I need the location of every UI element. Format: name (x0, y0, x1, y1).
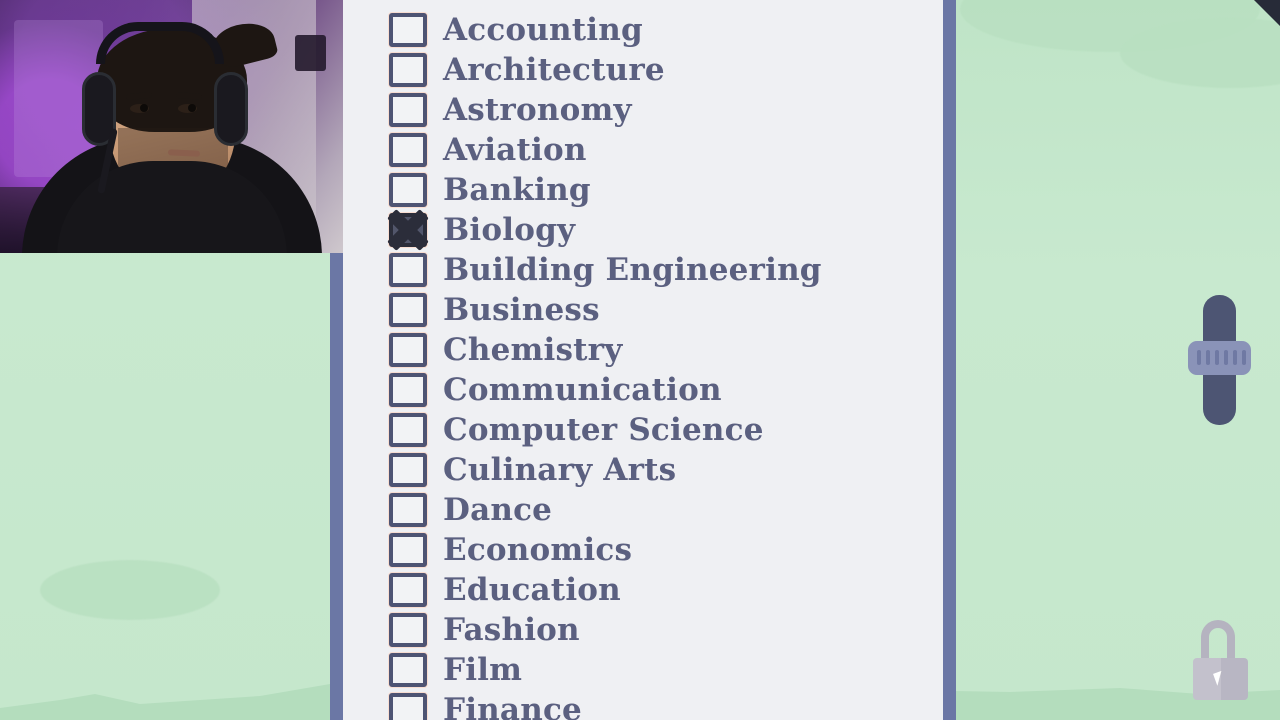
checklist-item-label: Fashion (443, 612, 580, 648)
checkbox-unchecked[interactable] (389, 373, 427, 407)
checkbox-unchecked[interactable] (389, 613, 427, 647)
checkbox-unchecked[interactable] (389, 173, 427, 207)
checklist-list: Accounting Architecture Astronomy Aviation B… (343, 0, 943, 720)
checklist-row[interactable]: Film (389, 650, 943, 690)
slider-handle[interactable] (1188, 341, 1251, 375)
checklist-item-label: Business (443, 292, 600, 328)
screen: Accounting Architecture Astronomy Aviation B… (0, 0, 1280, 720)
checkbox-unchecked[interactable] (389, 413, 427, 447)
checkbox-unchecked[interactable] (389, 93, 427, 127)
corner-triangle-icon (1254, 0, 1280, 26)
checklist-row[interactable]: Computer Science (389, 410, 943, 450)
headphones-headband (96, 22, 224, 64)
checklist-panel: Accounting Architecture Astronomy Aviation B… (343, 0, 943, 720)
checklist-row[interactable]: Accounting (389, 10, 943, 50)
checklist-row[interactable]: Finance (389, 690, 943, 720)
checklist-item-label: Chemistry (443, 332, 623, 368)
slider-grip-icon (1197, 350, 1246, 365)
checkbox-unchecked[interactable] (389, 13, 427, 47)
person-pupil (140, 104, 148, 112)
person-pupil (188, 104, 196, 112)
panel-rail-right (943, 0, 956, 720)
checkbox-unchecked[interactable] (389, 533, 427, 567)
checklist-row[interactable]: Banking (389, 170, 943, 210)
checkbox-unchecked[interactable] (389, 293, 427, 327)
checklist-row[interactable]: Fashion (389, 610, 943, 650)
checklist-item-label: Economics (443, 532, 633, 568)
checklist-item-label: Accounting (443, 12, 643, 48)
checklist-item-label: Dance (443, 492, 553, 528)
checklist-row[interactable]: Building Engineering (389, 250, 943, 290)
checklist-row[interactable]: Education (389, 570, 943, 610)
checklist-row[interactable]: Aviation (389, 130, 943, 170)
checklist-row[interactable]: Communication (389, 370, 943, 410)
checklist-item-label: Building Engineering (443, 252, 822, 288)
checklist-item-label: Culinary Arts (443, 452, 677, 488)
checklist-item-label: Banking (443, 172, 591, 208)
checklist-item-label: Education (443, 572, 621, 608)
checklist-item-label: Astronomy (443, 92, 632, 128)
checkbox-unchecked[interactable] (389, 453, 427, 487)
checkbox-unchecked[interactable] (389, 573, 427, 607)
checkbox-unchecked[interactable] (389, 253, 427, 287)
checkbox-unchecked[interactable] (389, 653, 427, 687)
checkbox-unchecked[interactable] (389, 693, 427, 720)
webcam-overlay (0, 0, 343, 253)
checklist-item-label: Biology (443, 212, 576, 248)
headphones-earcup (214, 72, 248, 146)
checklist-item-label: Architecture (443, 52, 665, 88)
checkbox-unchecked[interactable] (389, 53, 427, 87)
checkbox-unchecked[interactable] (389, 493, 427, 527)
checklist-row[interactable]: Culinary Arts (389, 450, 943, 490)
checklist-item-label: Finance (443, 692, 582, 720)
checklist-row[interactable]: Business (389, 290, 943, 330)
checklist-row[interactable]: Astronomy (389, 90, 943, 130)
checklist-row[interactable]: Chemistry (389, 330, 943, 370)
vertical-slider[interactable] (1188, 295, 1251, 425)
checklist-item-label: Film (443, 652, 523, 688)
checklist-row[interactable]: Economics (389, 530, 943, 570)
checklist-row[interactable]: Biology (389, 210, 943, 250)
webcam-shelf-object (295, 35, 326, 71)
padlock-icon[interactable] (1193, 620, 1248, 700)
checkbox-unchecked[interactable] (389, 333, 427, 367)
cloud-shape (40, 560, 220, 620)
checkbox-unchecked[interactable] (389, 133, 427, 167)
checklist-item-label: Aviation (443, 132, 587, 168)
checklist-row[interactable]: Architecture (389, 50, 943, 90)
checkbox-checked[interactable] (389, 213, 427, 247)
checklist-row[interactable]: Dance (389, 490, 943, 530)
checklist-item-label: Computer Science (443, 412, 764, 448)
checklist-item-label: Communication (443, 372, 722, 408)
